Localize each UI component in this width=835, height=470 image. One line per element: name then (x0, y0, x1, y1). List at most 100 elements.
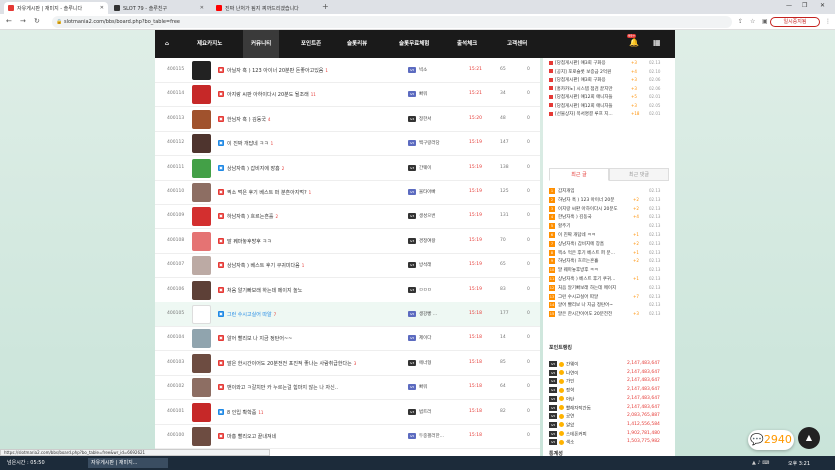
post-author[interactable]: 간웨이 (419, 165, 431, 171)
point-item[interactable]: lv5 공연 (549, 413, 574, 420)
new-tab-button[interactable]: + (322, 2, 329, 11)
table-row[interactable]: 400114 ▣ 아지랑 씨판 아하이다시 20분도 될조래 11 lv5 빠워 15:21… (155, 82, 540, 108)
nav-item-free-slot[interactable]: 슬롯무료체험 (399, 30, 429, 58)
nav-item-point-zone[interactable]: 포인트존 (301, 30, 321, 58)
post-author[interactable]: 제이다 (419, 335, 431, 341)
list-item[interactable]: 10 말 꿰마놓후방후 ㅋㅋ (549, 267, 598, 274)
table-row[interactable]: 400112 ▣ 이 진짜 개답네 ㅋㅋ 1 lv5 백구랑러당 15:19 147 0 (155, 131, 540, 157)
post-title[interactable]: 처음 알기빠보래 하는데 메이지 놀노 (227, 287, 302, 294)
grid-menu-icon[interactable]: ▦ (653, 38, 661, 47)
post-thumbnail[interactable] (192, 256, 211, 276)
home-icon[interactable]: ⌂ (165, 30, 169, 58)
table-row[interactable]: 400106 ▣ 처음 알기빠보래 하는데 메이지 놀노 lv3 ㅁㅁㅁ 15:19 83 0 (155, 278, 540, 303)
post-thumbnail[interactable] (192, 109, 211, 129)
post-title[interactable]: 하남자훅 ) 흐르는흔흘 2 (227, 213, 278, 220)
tab-youtube[interactable]: 진짜 난처가 됨지 찌까드리겠습니다 (212, 2, 320, 14)
url-field[interactable]: 🔒 slotmania2.com/bbs/board.php?bo_table=… (52, 16, 732, 28)
list-item[interactable]: 3 이지랑 씨판 아하이다시 20분도 (549, 205, 618, 212)
share-icon[interactable]: ⇪ (738, 18, 743, 25)
post-title[interactable]: 마흥 빨리오고 끝내져네 (227, 433, 276, 440)
nav-item-casino[interactable]: 제요카지노 (197, 30, 222, 58)
post-thumbnail[interactable] (192, 61, 211, 80)
nav-item-attendance[interactable]: 출석체크 (457, 30, 477, 58)
post-author[interactable]: 빠워 (419, 384, 427, 390)
system-tray-icons[interactable]: ▲ ♪ ⌨ (752, 460, 769, 466)
point-item[interactable]: lv5 아탄 (549, 395, 574, 402)
list-item[interactable]: 13 그런 수시고실어 따알 (549, 293, 598, 300)
bell-icon[interactable]: 🔔 (629, 38, 639, 47)
tab-recent-comments[interactable]: 최근 댓글 (609, 168, 669, 181)
post-thumbnail[interactable] (192, 158, 211, 178)
table-row[interactable]: 400105 ▣ 그런 수시고실어 따알 7 lv5 생강빵 ... 15:18 177 0 (155, 302, 540, 327)
post-title[interactable]: 아지랑 씨판 아하이다시 20분도 될조래 11 (227, 91, 316, 98)
point-item[interactable]: lv5 나연이 (549, 369, 578, 376)
reload-icon[interactable]: ↻ (34, 17, 40, 25)
tab-slot79[interactable]: SLOT 79 - 솔루친구 ✕ (110, 2, 208, 14)
post-author[interactable]: 범트러 (419, 409, 431, 415)
notice-item[interactable]: [선물상자] 목서명결 루프 지... (549, 111, 613, 117)
post-author[interactable]: 빅소 (419, 67, 427, 73)
post-author[interactable]: 울타아빠 (419, 189, 436, 195)
table-row[interactable]: 400111 ▣ 상남자훅 ) 갑비지에 장흠 2 lv3 간웨이 15:19 138 0 (155, 156, 540, 181)
scroll-top-icon[interactable]: ▲ (798, 427, 820, 449)
table-row[interactable]: 400107 ▣ 상남자훅 ) 베스트 후기 쿠귀미다음 1 lv3 방석래 15:19 65… (155, 253, 540, 279)
list-item[interactable]: 1 갑지개임 (549, 188, 575, 194)
bookmark-star-icon[interactable]: ☆ (750, 18, 755, 25)
post-title[interactable]: 말은 한시간이어도 20분전전 포진적 좋나는 사람취급한다는 3 (227, 360, 356, 367)
list-item[interactable]: 14 알어 빨리보 나 지금 정탄어~ (549, 302, 613, 309)
post-thumbnail[interactable] (192, 402, 211, 422)
notice-item[interactable]: [당첨게시판] 얘3회 구화응 (549, 60, 606, 66)
maximize-icon[interactable]: ❐ (802, 2, 807, 9)
table-row[interactable]: 400101 ▣ 8 인입 확학줌 11 lv3 범트러 15:18 82 0 (155, 400, 540, 425)
post-thumbnail[interactable] (192, 305, 211, 324)
post-author[interactable]: 빠워 (419, 91, 427, 97)
notice-item[interactable]: [홍카카노] 시스템 점검 끝지만 (549, 86, 612, 92)
table-row[interactable]: 400103 ▣ 말은 한시간이어도 20분전전 포진적 좋나는 사람취급한다는 3 l… (155, 351, 540, 376)
list-item[interactable]: 9 하남자훅) 흐르는흔흘 (549, 258, 598, 265)
notice-item[interactable]: [당첨게시판] 얘3회 구화응 (549, 77, 606, 83)
notice-item[interactable]: [당첨게시판] 얘12회 애니자들 (549, 94, 613, 100)
close-window-icon[interactable]: ✕ (820, 2, 825, 9)
list-item[interactable]: 8 찍소 먹은 후기 베스트 퍼 분... (549, 249, 615, 256)
table-row[interactable]: 400102 ▣ 맨이와고 ㅋ갈치만 카 누르는걸 힘마지 않는 나 자신.. lv5… (155, 375, 540, 401)
post-author[interactable]: 경정여왕 (419, 238, 436, 244)
post-title[interactable]: 이 진짜 개답네 ㅋㅋ 1 (227, 140, 273, 147)
post-thumbnail[interactable] (192, 329, 211, 349)
post-title[interactable]: 상남자훅 ) 갑비지에 장흠 2 (227, 165, 284, 172)
list-item[interactable]: 12 처음 알기빠보래 하는데 메이지 (549, 284, 616, 291)
post-thumbnail[interactable] (192, 353, 211, 373)
point-item[interactable]: lv5 스테폰커피 (549, 430, 587, 437)
table-row[interactable]: 400100 ▣ 마흥 빨리오고 끝내져네 lv5 두중펄러한... 15:18 0 (155, 424, 540, 449)
list-item[interactable]: 6이 진짜 개답네 ㅋㅋ (549, 232, 595, 238)
post-title[interactable]: 한님자 훅 ) 김동국 4 (227, 116, 270, 123)
back-icon[interactable]: ← (6, 17, 12, 25)
post-thumbnail[interactable] (192, 207, 211, 227)
tab-recent-posts[interactable]: 최근 글 (549, 168, 609, 181)
post-author[interactable]: ㅁㅁㅁ (419, 287, 431, 293)
close-tab-icon[interactable]: ✕ (200, 5, 204, 11)
list-item[interactable]: 7 상남자훅) 갑비지에 장흠 (549, 240, 604, 247)
post-title[interactable]: 맨이와고 ㅋ갈치만 카 누르는걸 힘마지 않는 나 자신.. (227, 384, 338, 391)
post-title[interactable]: 알어 빨리보 나 지금 정탄어~~ (227, 335, 292, 342)
post-title[interactable]: 찍소 먹은 후기 베스트 퍼 분흔아지먹? 1 (227, 189, 311, 196)
post-author[interactable]: 생성으번 (419, 213, 436, 219)
table-row[interactable]: 400109 ▣ 하남자훅 ) 흐르는흔흘 2 lv3 생성으번 15:19 131 0 (155, 204, 540, 230)
nav-item-support[interactable]: 고객센터 (507, 30, 527, 58)
post-title[interactable]: 말 꿰마놓후방후 ㅋㅋ (227, 238, 272, 245)
list-item[interactable]: 2 하남자 훅 ) 123 아이너 20분 (549, 196, 614, 203)
extension-icon[interactable]: ▣ (762, 18, 768, 25)
post-author[interactable]: 생강빵 ... (419, 311, 437, 317)
post-title[interactable]: 그런 수시고실어 따알 7 (227, 311, 276, 318)
post-author[interactable]: 방석래 (419, 262, 431, 268)
point-item[interactable]: lv5 알았 (549, 421, 574, 428)
list-item[interactable]: 5 할주기 (549, 223, 570, 230)
post-title[interactable]: 아닐자 훅 ) 123 아이너 20분판 돈좋아고있음 1 (227, 67, 328, 74)
tab-free-board[interactable]: 자유게시판 | 재미지 - 솔루니다 ✕ (4, 2, 108, 14)
table-row[interactable]: 400104 ▣ 알어 빨리보 나 지금 정탄어~~ lv5 제이다 15:18 14 0 (155, 326, 540, 352)
taskbar-item-timer[interactable]: 넘은시간 : 05:50 (4, 458, 84, 468)
forward-icon[interactable]: → (20, 17, 26, 25)
post-title[interactable]: 8 인입 확학줌 11 (227, 409, 263, 416)
list-item[interactable]: 15 말은 한시간이어도 20분전전 (549, 311, 612, 318)
post-author[interactable]: 정한서 (419, 116, 431, 122)
nav-item-slot-review[interactable]: 슬롯리뷰 (347, 30, 367, 58)
